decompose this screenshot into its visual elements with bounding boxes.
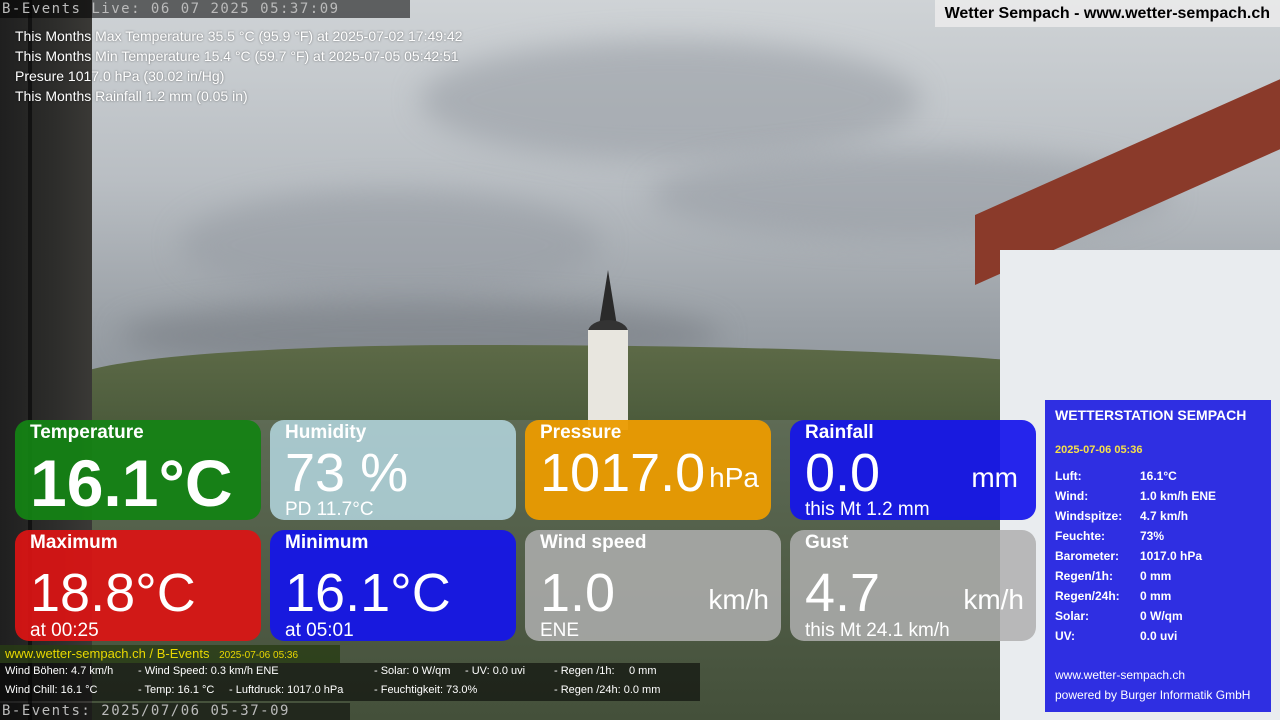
tile-value: 16.1°C	[285, 563, 451, 623]
tile-value: 73 %	[285, 443, 409, 503]
stat-min-temperature: This Months Min Temperature 15.4 °C (59.…	[15, 48, 459, 64]
tile-unit: km/h	[963, 584, 1024, 615]
tile-title: Wind speed	[540, 532, 647, 553]
tile-value: 18.8°C	[30, 563, 196, 623]
tile-minimum: Minimum 16.1°C at 05:01	[270, 530, 516, 641]
tile-unit: mm	[971, 462, 1018, 493]
tile-value: 0.0	[805, 443, 881, 503]
tile-pressure: Pressure 1017.0 hPa	[525, 420, 771, 520]
church-tower	[588, 330, 628, 430]
footer-temp: - Temp: 16.1 °C	[138, 684, 215, 696]
panel-powered-by: powered by Burger Informatik GmbH	[1055, 688, 1251, 702]
panel-row-value: 0.0 uvi	[1140, 629, 1178, 643]
footer-data-bar: Wind Böhen: 4.7 km/h - Wind Speed: 0.3 k…	[0, 663, 700, 701]
tile-subtext: at 05:01	[285, 620, 354, 641]
tile-value: 16.1°C	[30, 446, 233, 520]
tile-value: 1017.0	[540, 443, 706, 503]
panel-row-value: 4.7 km/h	[1140, 509, 1189, 523]
footer-solar: - Solar: 0 W/qm	[374, 665, 451, 677]
footer-rain-1h: - Regen /1h:	[554, 665, 615, 677]
tile-unit: km/h	[708, 584, 769, 615]
stat-max-temperature: This Months Max Temperature 35.5 °C (95.…	[15, 28, 463, 44]
stat-rainfall: This Months Rainfall 1.2 mm (0.05 in)	[15, 88, 248, 104]
panel-row-value: 73%	[1140, 529, 1165, 543]
footer-rain-24h: - Regen /24h: 0.0 mm	[554, 684, 661, 696]
tile-rainfall: Rainfall 0.0 mm this Mt 1.2 mm	[790, 420, 1036, 520]
tile-title: Rainfall	[805, 422, 874, 443]
tile-subtext: this Mt 24.1 km/h	[805, 620, 950, 641]
panel-row-value: 0 mm	[1140, 569, 1172, 583]
footer-site-link[interactable]: www.wetter-sempach.ch / B-Events	[5, 646, 209, 661]
tile-value: 1.0	[540, 563, 616, 623]
footer-rain-1h-value: 0 mm	[629, 665, 657, 677]
site-title: Wetter Sempach - www.wetter-sempach.ch	[934, 0, 1280, 27]
panel-row-key: Windspitze:	[1055, 509, 1123, 523]
panel-row-value: 0 W/qm	[1140, 609, 1183, 623]
panel-row-key: UV:	[1055, 629, 1076, 643]
footer-wind-speed: - Wind Speed: 0.3 km/h ENE	[138, 665, 279, 677]
tile-wind-speed: Wind speed 1.0 km/h ENE	[525, 530, 781, 641]
panel-row-key: Luft:	[1055, 469, 1082, 483]
tile-value: 4.7	[805, 563, 881, 623]
stat-pressure: Presure 1017.0 hPa (30.02 in/Hg)	[15, 68, 225, 84]
tile-humidity: Humidity 73 % PD 11.7°C	[270, 420, 516, 520]
tile-subtext: this Mt 1.2 mm	[805, 499, 930, 520]
panel-date: 2025-07-06 05:36	[1055, 444, 1143, 456]
footer-date: 2025-07-06 05:36	[219, 650, 299, 661]
panel-row-value: 1.0 km/h ENE	[1140, 489, 1217, 503]
panel-row-key: Regen/1h:	[1055, 569, 1114, 583]
tile-subtext: ENE	[540, 620, 580, 641]
live-timestamp-bar: B-Events Live: 06 07 2025 05:37:09	[0, 0, 410, 18]
panel-row-key: Regen/24h:	[1055, 589, 1120, 603]
footer-wind-chill: Wind Chill: 16.1 °C	[5, 684, 98, 696]
tile-subtext: PD 11.7°C	[285, 499, 374, 520]
tile-title: Gust	[805, 532, 849, 553]
panel-row-value: 16.1°C	[1140, 469, 1177, 483]
cloud	[180, 190, 600, 300]
footer-humidity: - Feuchtigkeit: 73.0%	[374, 684, 478, 696]
events-timestamp-bar: B-Events: 2025/07/06 05-37-09	[0, 703, 350, 720]
monthly-stats: This Months Max Temperature 35.5 °C (95.…	[15, 26, 463, 106]
tile-maximum: Maximum 18.8°C at 00:25	[15, 530, 261, 641]
tile-title: Humidity	[285, 422, 367, 443]
footer-pressure: - Luftdruck: 1017.0 hPa	[229, 684, 344, 696]
footer-uv: - UV: 0.0 uvi	[465, 665, 526, 677]
panel-row-value: 0 mm	[1140, 589, 1172, 603]
footer-wind-gust: Wind Böhen: 4.7 km/h	[5, 665, 114, 677]
tile-title: Pressure	[540, 422, 622, 443]
cloud	[420, 40, 920, 160]
panel-row-key: Wind:	[1055, 489, 1089, 503]
panel-title: WETTERSTATION SEMPACH	[1055, 407, 1247, 423]
footer-site-bar: www.wetter-sempach.ch / B-Events 2025-07…	[0, 645, 340, 663]
station-panel: WETTERSTATION SEMPACH 2025-07-06 05:36 L…	[1045, 400, 1271, 712]
tile-gust: Gust 4.7 km/h this Mt 24.1 km/h	[790, 530, 1036, 641]
tile-temperature: Temperature 16.1°C	[15, 420, 261, 520]
panel-site-link[interactable]: www.wetter-sempach.ch	[1055, 668, 1185, 682]
panel-row-key: Barometer:	[1055, 549, 1120, 563]
tile-title: Temperature	[30, 422, 144, 443]
panel-row-value: 1017.0 hPa	[1140, 549, 1203, 563]
tile-title: Maximum	[30, 532, 118, 553]
panel-row-key: Feuchte:	[1055, 529, 1106, 543]
tile-unit: hPa	[709, 462, 759, 493]
panel-row-key: Solar:	[1055, 609, 1090, 623]
tile-subtext: at 00:25	[30, 620, 99, 641]
tile-title: Minimum	[285, 532, 369, 553]
